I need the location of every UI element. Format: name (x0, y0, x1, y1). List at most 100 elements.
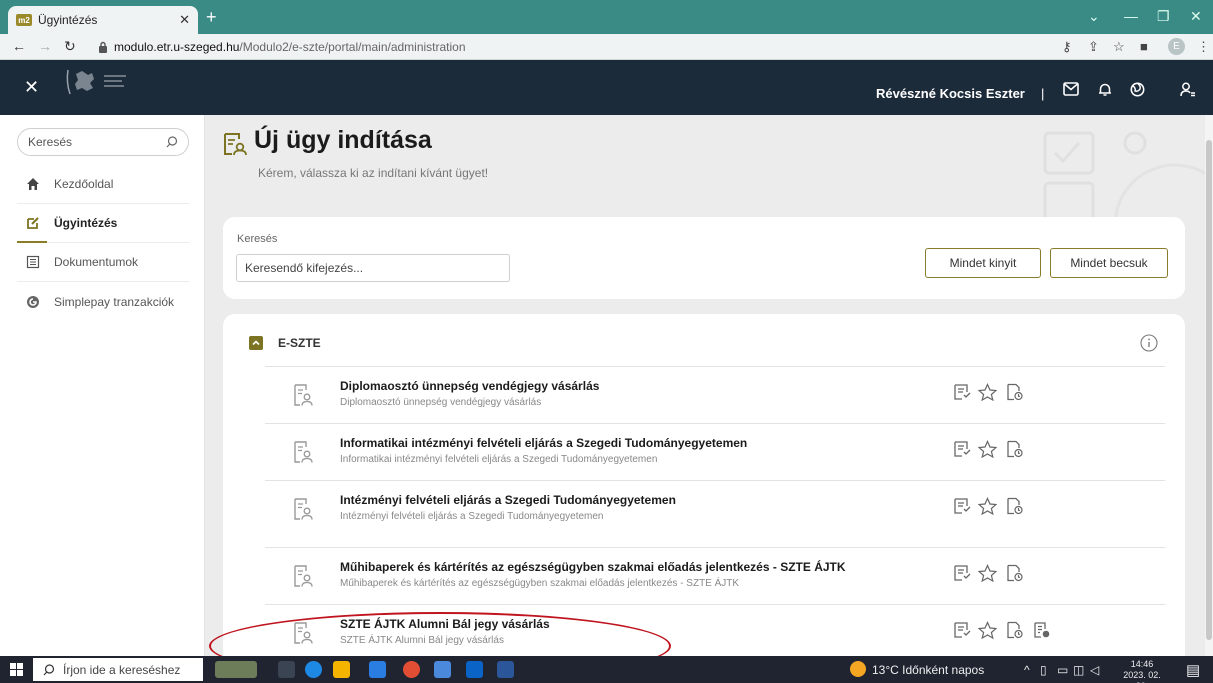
app-header: ✕ Révészné Kocsis Eszter | (0, 60, 1213, 115)
favorite-star-icon[interactable] (978, 564, 997, 582)
clock-time: 14:46 (1130, 659, 1154, 669)
lock-icon (99, 41, 107, 53)
item-subtitle: Diplomaosztó ünnepség vendégjegy vásárlá… (340, 397, 542, 408)
favorite-star-icon[interactable] (978, 497, 997, 515)
weather-sun-icon[interactable] (850, 661, 866, 677)
favorite-star-icon[interactable] (978, 440, 997, 458)
store-icon[interactable] (369, 661, 386, 678)
sidebar-item-label: Dokumentumok (54, 255, 139, 269)
windows-start-icon[interactable] (10, 663, 23, 676)
details-icon[interactable] (953, 497, 971, 515)
volume-icon[interactable]: ◁ (1090, 663, 1099, 677)
task-view-icon[interactable] (278, 661, 295, 678)
sidebar-item-documents[interactable]: Dokumentumok (17, 243, 189, 282)
user-menu-icon[interactable] (1180, 82, 1196, 97)
new-document-icon[interactable] (1006, 440, 1024, 458)
scrollbar-thumb[interactable] (1206, 140, 1212, 640)
list-item[interactable]: Műhibaperek és kártérítés az egészségügy… (265, 547, 1165, 603)
taskbar-search-input[interactable]: Írjon ide a kereséshez (33, 658, 203, 681)
home-icon (27, 178, 39, 190)
sidebar-item-administration[interactable]: Ügyintézés (17, 204, 189, 243)
details-icon[interactable] (953, 621, 971, 639)
minimize-icon[interactable]: — (1124, 8, 1138, 24)
edge-browser-icon[interactable] (305, 661, 322, 678)
university-logo-icon (66, 69, 126, 95)
reload-icon[interactable]: ↻ (64, 38, 76, 55)
taskbar-clock[interactable]: 14:46 2023. 02. 20. (1118, 659, 1166, 683)
sidepanel-icon[interactable]: ■ (1140, 39, 1148, 54)
header-separator: | (1041, 86, 1045, 101)
mail-icon[interactable] (1063, 82, 1079, 96)
sidebar-item-home[interactable]: Kezdőoldal (17, 165, 189, 204)
document-icon (26, 255, 40, 269)
word-icon[interactable] (497, 661, 514, 678)
tab-list-chevron-icon[interactable]: ⌄ (1088, 8, 1100, 25)
expand-all-button[interactable]: Mindet kinyit (925, 248, 1041, 278)
chevron-up-icon[interactable] (249, 336, 263, 350)
search-input[interactable]: Keresendő kifejezés... (236, 254, 510, 282)
new-document-icon[interactable] (1006, 621, 1024, 639)
outlook-icon[interactable] (466, 661, 483, 678)
bookmark-star-icon[interactable]: ☆ (1113, 39, 1125, 55)
item-title: Diplomaosztó ünnepség vendégjegy vásárlá… (340, 379, 600, 393)
collapse-all-button[interactable]: Mindet becsuk (1050, 248, 1168, 278)
group-title: E-SZTE (278, 336, 321, 350)
chrome-browser-icon[interactable] (403, 661, 420, 678)
document-list-icon[interactable] (1033, 621, 1051, 639)
browser-menu-icon[interactable]: ⋮ (1197, 39, 1210, 55)
new-document-icon[interactable] (1006, 564, 1024, 582)
news-widget-icon[interactable] (215, 661, 257, 678)
group-header[interactable]: E-SZTE (223, 314, 1185, 368)
new-document-icon[interactable] (1006, 383, 1024, 401)
forward-arrow-icon[interactable]: → (38, 38, 52, 54)
window-close-icon[interactable]: ✕ (1190, 8, 1202, 25)
url-field[interactable]: modulo.etr.u-szeged.hu/Modulo2/e-szte/po… (98, 37, 1048, 57)
details-icon[interactable] (953, 383, 971, 401)
profile-avatar[interactable]: E (1168, 38, 1185, 55)
sidebar-item-simplepay[interactable]: Simplepay tranzakciók (17, 282, 189, 321)
tab-close-icon[interactable]: ✕ (179, 12, 190, 28)
favorite-star-icon[interactable] (978, 383, 997, 401)
list-item[interactable]: Diplomaosztó ünnepség vendégjegy vásárlá… (265, 366, 1165, 422)
globe-icon[interactable] (1130, 82, 1145, 97)
service-form-icon (294, 565, 313, 587)
calendar-app-icon[interactable] (434, 661, 451, 678)
restore-icon[interactable]: ❐ (1157, 8, 1170, 25)
service-form-icon (294, 441, 313, 463)
back-arrow-icon[interactable]: ← (12, 38, 26, 54)
key-icon[interactable]: ⚷ (1062, 39, 1072, 55)
sidebar-search-input[interactable]: Keresés (17, 128, 189, 156)
info-icon[interactable] (1140, 334, 1158, 352)
details-icon[interactable] (953, 564, 971, 582)
browser-tab[interactable]: m2 Ügyintézés ✕ (8, 6, 198, 34)
menu-close-icon[interactable]: ✕ (24, 77, 39, 98)
taskbar: Írjon ide a kereséshez 13°C Időnként nap… (0, 656, 1213, 683)
search-icon[interactable] (166, 136, 178, 148)
details-icon[interactable] (953, 440, 971, 458)
list-item[interactable]: SZTE ÁJTK Alumni Bál jegy vásárlás SZTE … (265, 604, 1165, 656)
new-document-icon[interactable] (1006, 497, 1024, 515)
list-item[interactable]: Informatikai intézményi felvételi eljárá… (265, 423, 1165, 479)
list-item[interactable]: Intézményi felvételi eljárás a Szegedi T… (265, 480, 1165, 536)
tray-device-icon[interactable]: ▯ (1040, 663, 1047, 677)
search-label: Keresés (237, 233, 278, 245)
favorite-star-icon[interactable] (978, 621, 997, 639)
service-list-card: E-SZTE Diplomaosztó ünnepség vendégjegy … (223, 314, 1185, 656)
edit-icon (27, 217, 39, 229)
item-subtitle: Műhibaperek és kártérítés az egészségügy… (340, 578, 740, 589)
sidebar-search-placeholder: Keresés (28, 135, 73, 149)
user-name[interactable]: Révészné Kocsis Eszter (876, 86, 1025, 101)
item-subtitle: SZTE ÁJTK Alumni Bál jegy vásárlás (340, 635, 504, 646)
file-explorer-icon[interactable] (333, 661, 350, 678)
site-favicon-icon: m2 (16, 14, 32, 26)
new-tab-button[interactable]: + (206, 8, 217, 26)
network-icon[interactable]: ◫ (1073, 663, 1084, 677)
tray-chevron-icon[interactable]: ^ (1024, 663, 1030, 677)
browser-tab-bar: m2 Ügyintézés ✕ + ⌄ — ❐ ✕ (0, 0, 1213, 34)
tray-battery-icon[interactable]: ▭ (1057, 663, 1068, 677)
notifications-icon[interactable]: ▤ (1186, 661, 1200, 679)
weather-text[interactable]: 13°C Időnként napos (872, 663, 984, 677)
notification-bell-icon[interactable] (1098, 82, 1112, 97)
share-icon[interactable]: ⇪ (1088, 39, 1099, 55)
main-content: Új ügy indítása Kérem, válassza ki az in… (205, 115, 1205, 656)
